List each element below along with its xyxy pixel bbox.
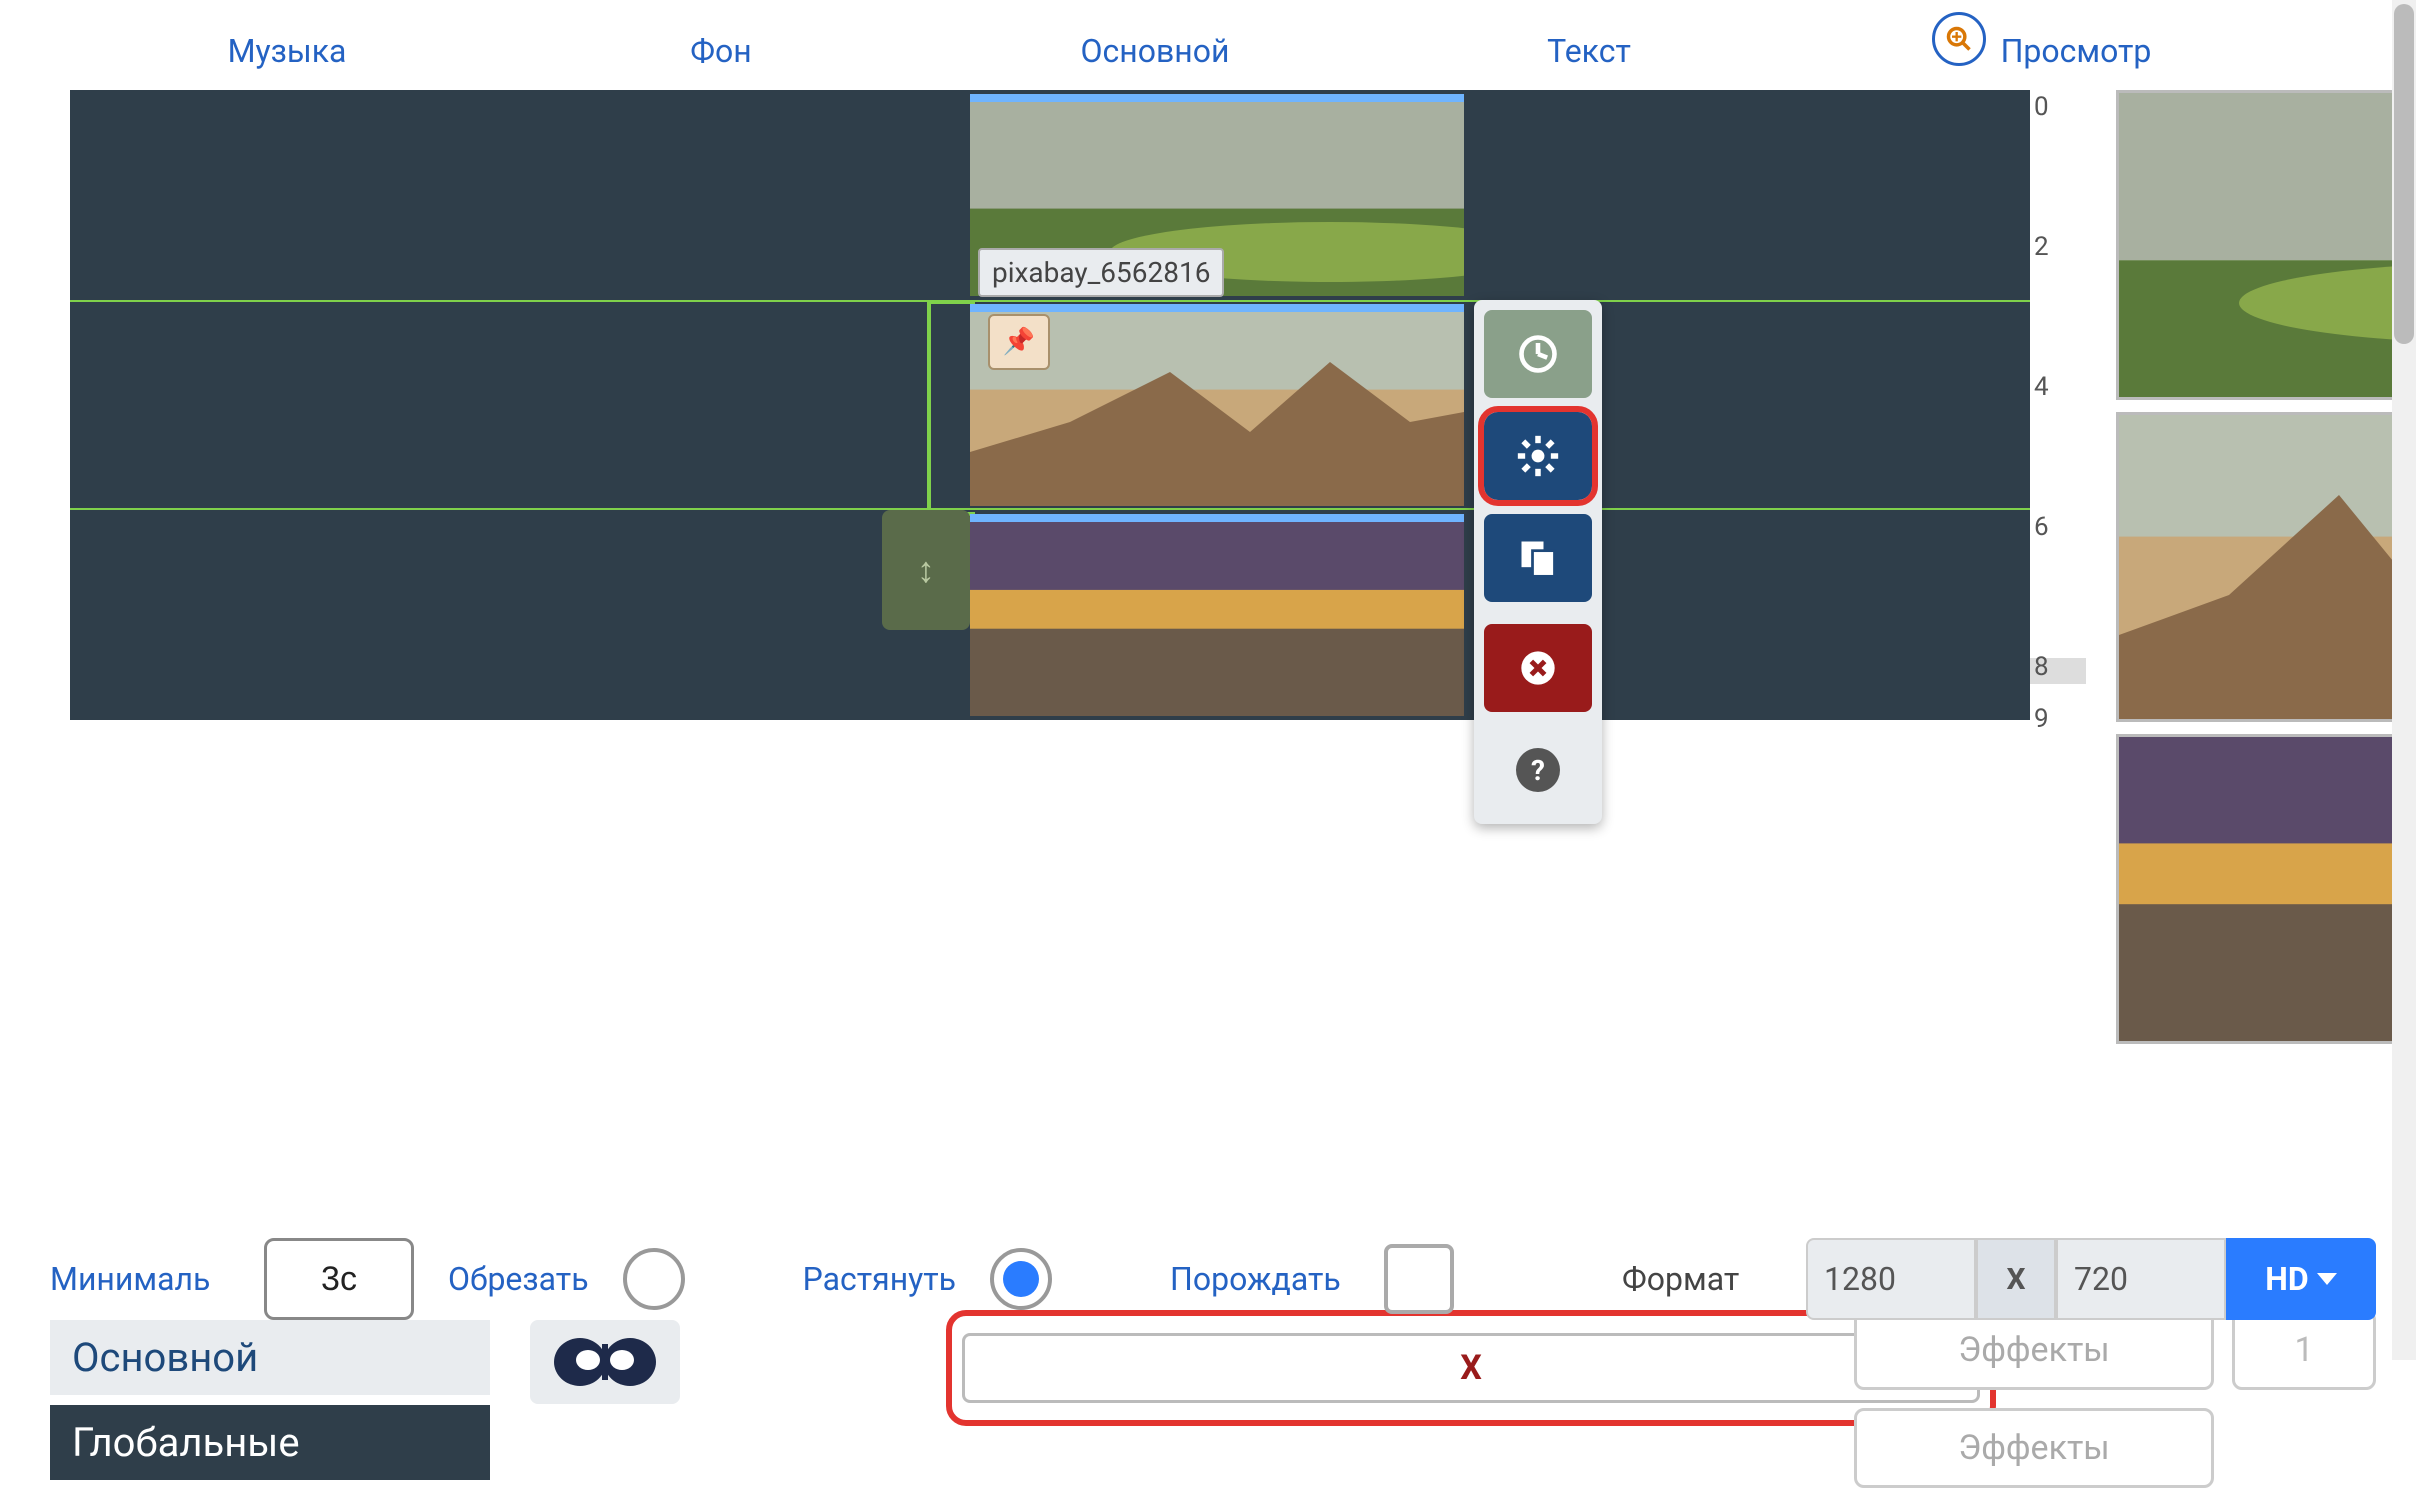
format-width[interactable]: 1280	[1806, 1238, 1976, 1320]
butterfly-icon	[550, 1332, 660, 1392]
hd-label: HD	[2265, 1260, 2308, 1298]
tab-music[interactable]: Музыка	[70, 20, 504, 90]
stretch-label: Растянуть	[803, 1260, 956, 1298]
resize-handle[interactable]: ↕	[882, 510, 970, 630]
gear-icon	[1516, 434, 1560, 478]
timeline[interactable]: pixabay_6562816 📌 ↕	[70, 90, 2030, 720]
clear-bar-highlight: X	[946, 1310, 1996, 1426]
timeline-ruler: 0 2 4 6 8 9	[2030, 90, 2090, 1056]
stretch-radio[interactable]	[990, 1248, 1052, 1310]
format-label: Формат	[1622, 1260, 1739, 1298]
ruler-mark-2: 2	[2034, 232, 2049, 262]
clip-1-label: pixabay_6562816	[978, 248, 1224, 297]
zoom-in-icon	[1945, 25, 1973, 53]
ruler-mark-8: 8	[2034, 652, 2049, 682]
zoom-in-button[interactable]	[1932, 12, 1986, 66]
page-scrollbar[interactable]	[2392, 0, 2416, 1360]
format-hd-dropdown[interactable]: HD	[2226, 1238, 2376, 1320]
min-duration-label: Минималь	[50, 1260, 230, 1298]
preview-thumb-2[interactable]	[2116, 412, 2416, 722]
landscape-icon	[970, 522, 1464, 716]
format-x: X	[1976, 1238, 2056, 1320]
tab-text[interactable]: Текст	[1372, 20, 1806, 90]
spawn-checkbox[interactable]	[1384, 1244, 1454, 1314]
duplicate-button[interactable]	[1484, 514, 1592, 602]
effects-button-2[interactable]: Эффекты	[1854, 1408, 2214, 1488]
spawn-label: Порождать	[1170, 1260, 1350, 1298]
pin-icon: 📌	[1003, 327, 1035, 357]
help-button[interactable]: ?	[1484, 726, 1592, 814]
clock-icon	[1516, 332, 1560, 376]
min-duration-input[interactable]	[264, 1238, 414, 1320]
ruler-mark-6: 6	[2034, 512, 2049, 542]
tab-main[interactable]: Основной	[938, 20, 1372, 90]
preview-thumb-1[interactable]	[2116, 90, 2416, 400]
timing-button[interactable]	[1484, 310, 1592, 398]
chevron-down-icon	[2317, 1273, 2337, 1285]
format-group: 1280 X 720 HD	[1806, 1238, 2376, 1320]
top-tabs: Музыка Фон Основной Текст Просмотр	[0, 0, 2416, 90]
crop-label: Обрезать	[448, 1260, 589, 1298]
ruler-mark-0: 0	[2034, 92, 2049, 122]
pin-button[interactable]: 📌	[988, 314, 1050, 370]
preview-thumb-3[interactable]	[2116, 734, 2416, 1044]
clip-3[interactable]	[970, 514, 1464, 716]
resize-icon: ↕	[917, 549, 935, 591]
copy-icon	[1516, 536, 1560, 580]
transition-preset[interactable]	[530, 1320, 680, 1404]
clip-toolbar: ?	[1474, 300, 1602, 824]
help-icon: ?	[1516, 748, 1560, 792]
settings-button[interactable]	[1484, 412, 1592, 500]
landscape-icon	[2119, 415, 2416, 719]
tab-preview[interactable]: Просмотр	[1806, 20, 2346, 90]
landscape-icon	[2119, 93, 2416, 397]
effects-count: 1	[2232, 1310, 2376, 1390]
tab-background[interactable]: Фон	[504, 20, 938, 90]
option-tab-main[interactable]: Основной	[50, 1320, 490, 1395]
delete-button[interactable]	[1484, 624, 1592, 712]
close-circle-icon	[1518, 648, 1558, 688]
landscape-icon	[2119, 737, 2416, 1041]
clear-button[interactable]: X	[962, 1333, 1980, 1403]
crop-radio[interactable]	[623, 1248, 685, 1310]
selection-bracket	[927, 300, 975, 516]
option-tab-global[interactable]: Глобальные	[50, 1405, 490, 1480]
preview-column	[2096, 90, 2416, 1056]
effects-button-1[interactable]: Эффекты	[1854, 1310, 2214, 1390]
ruler-mark-4: 4	[2034, 372, 2049, 402]
format-height[interactable]: 720	[2056, 1238, 2226, 1320]
ruler-mark-9: 9	[2034, 704, 2049, 734]
scrollbar-thumb[interactable]	[2394, 4, 2414, 344]
